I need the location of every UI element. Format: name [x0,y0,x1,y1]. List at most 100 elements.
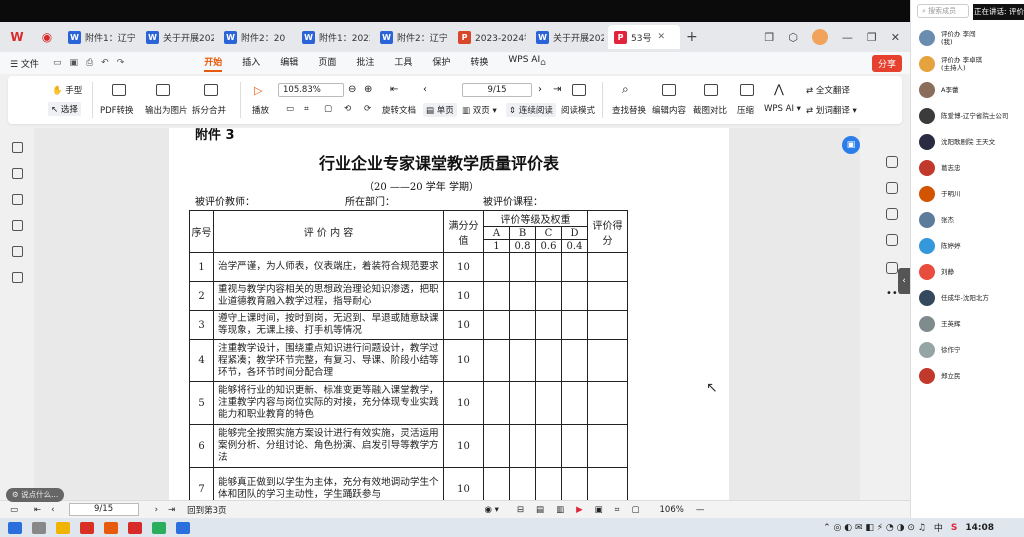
tab-tools[interactable]: 工具 [394,55,412,72]
participant-item[interactable]: 任成华-沈阳北方 [919,290,989,306]
wps-home-icon[interactable]: ◉ [36,26,58,48]
zoom-level[interactable]: 106% [660,505,684,515]
zoom-out-icon[interactable]: ⊖ [348,84,356,95]
prev-page-icon[interactable]: ‹ [423,84,427,95]
status-prev-page-icon[interactable]: ‹ [51,505,54,515]
split-merge-button[interactable]: 拆分合并 [192,104,226,116]
print-icon[interactable]: ⎙ [86,58,93,68]
find-replace-button[interactable]: 查找替换 [612,104,646,116]
layers-icon[interactable] [12,272,23,283]
start-icon[interactable] [8,521,22,534]
bookmark-icon[interactable] [12,142,23,153]
ime-indicator[interactable]: 中 [934,521,943,534]
chat-input-hint[interactable]: ⚙ 说点什么... [6,488,65,502]
open-icon[interactable]: ▭ [53,58,62,68]
edit-content-button[interactable]: 编辑内容 [652,104,686,116]
document-viewport[interactable]: 附件 3 行业企业专家课堂教学质量评价表 （20 ——20 学年 学期） 被评价… [34,128,860,500]
file-explorer-icon[interactable] [56,521,70,534]
tab-edit[interactable]: 编辑 [280,55,298,72]
rotate-right-icon[interactable]: ⟳ [364,104,371,114]
actual-view-icon[interactable]: ▢ [631,505,639,515]
select-tool[interactable]: ↖ 选择 [48,102,81,116]
tab-start[interactable]: 开始 [204,55,223,72]
wechat-icon[interactable] [152,521,166,534]
zoom-in-icon[interactable]: ⊕ [364,84,372,95]
participant-item[interactable]: 于明川 [919,186,961,202]
search-panel-icon[interactable] [886,156,898,168]
zoom-out-status-icon[interactable]: — [696,505,705,515]
window-layout-icon[interactable]: ❐ [764,31,774,44]
app-icon-orange[interactable] [104,521,118,534]
participant-item[interactable]: 葛志忠 [919,160,961,176]
last-page-icon[interactable]: ⇥ [553,84,561,95]
tab-insert[interactable]: 插入 [242,55,260,72]
play-status-icon[interactable]: ▶ [576,505,583,515]
participant-item[interactable]: 陈爱博-辽宁省院士公司 [919,108,1008,124]
signature-icon[interactable] [12,246,23,257]
read-mode-button[interactable]: 阅读模式 [561,104,595,116]
continuous-read-button[interactable]: ⇕ 连续阅读 [506,103,556,117]
status-page-input[interactable]: 9/15 [68,503,139,516]
restore-icon[interactable]: ❐ [867,31,877,44]
save-icon[interactable]: ▣ [69,58,78,68]
word-translate-button[interactable]: ⇄ 划词翻译 ▾ [806,104,857,116]
comment-icon[interactable] [12,194,23,205]
participant-item[interactable]: 刘静 [919,264,954,280]
status-next-page-icon[interactable]: › [155,505,158,515]
single-view-icon[interactable]: ▤ [536,505,544,515]
doc-tab-1[interactable]: W 附件1：辽宁 [62,25,136,49]
meeting-app-icon[interactable] [176,521,190,534]
tab-protect[interactable]: 保护 [432,55,450,72]
wps-taskbar-icon[interactable] [128,521,142,534]
close-tab-icon[interactable]: ✕ [657,32,665,42]
doc-tab-active[interactable]: P 53号 ✕ [608,25,680,49]
doc-tab-4[interactable]: W 附件1：2022 [296,25,370,49]
participant-item[interactable]: A李蕾 [919,82,958,98]
cube-icon[interactable]: ⬡ [788,31,798,44]
export-image-button[interactable]: 输出为图片 [145,104,188,116]
search-taskbar-icon[interactable] [32,521,46,534]
clock[interactable]: 14:08 [965,523,994,533]
user-avatar[interactable] [811,29,828,45]
doc-tab-3[interactable]: W 附件2：20 [218,25,292,49]
settings-sliders-icon[interactable] [886,208,898,220]
single-page-button[interactable]: ▤ 单页 [423,103,457,117]
member-search-input[interactable]: ⌕ 搜索成员 [917,4,969,18]
next-page-icon[interactable]: › [538,84,542,95]
participant-item[interactable]: 沈阳歌剧院 王天文 [919,134,995,150]
jump-back-link[interactable]: 回到第3页 [187,504,226,516]
rotate-document-button[interactable]: 旋转文档 [382,104,416,116]
tab-page[interactable]: 页面 [318,55,336,72]
page-view-icon[interactable]: ▣ [595,505,603,515]
tab-annotate[interactable]: 批注 [356,55,374,72]
thumbnail-icon[interactable] [12,168,23,179]
fit-width-icon[interactable]: ▭ [286,104,294,114]
attachment-icon[interactable] [12,220,23,231]
share-button[interactable]: 分享 [871,54,902,72]
doc-tab-2[interactable]: W关于开展2024 [140,25,214,49]
participant-item[interactable]: 郑立民 [919,368,961,384]
fit-page-icon[interactable]: ⌗ [304,104,309,114]
wps-logo-icon[interactable]: W [6,26,28,48]
redo-icon[interactable]: ↷ [117,58,125,68]
tab-wps-ai[interactable]: WPS AI [508,55,540,72]
help-circle-icon[interactable] [886,262,898,274]
tray-icons[interactable]: ⌃ ◎ ◐ ✉ ◧ ⚡ ◔ ◑ ⊙ ♫ [823,523,926,533]
status-last-page-icon[interactable]: ⇥ [168,505,175,515]
actual-size-icon[interactable]: ▢ [324,104,332,114]
collapse-panel-icon[interactable]: ‹ [898,268,910,294]
pdf-convert-button[interactable]: PDF转换 [100,104,134,116]
doc-tab-7[interactable]: W关于开展2023 [530,25,604,49]
new-tab-icon[interactable]: + [686,29,698,45]
sogou-ime-icon[interactable]: S [951,523,957,533]
fit-icon[interactable]: ⊟ [517,505,524,515]
participant-item[interactable]: 陈婷婷 [919,238,961,254]
participant-item[interactable]: 张杰 [919,212,954,228]
participant-item[interactable]: 评价办 李卓琪 (主持人) [919,56,982,72]
doc-tab-6[interactable]: P2023-2024学 [452,25,526,49]
participant-item[interactable]: 王英辉 [919,316,961,332]
first-page-icon[interactable]: ⇤ [390,84,398,95]
participant-item[interactable]: 徐作宁 [919,342,961,358]
play-button[interactable]: 播放 [252,104,269,116]
minimize-icon[interactable]: — [842,31,853,44]
